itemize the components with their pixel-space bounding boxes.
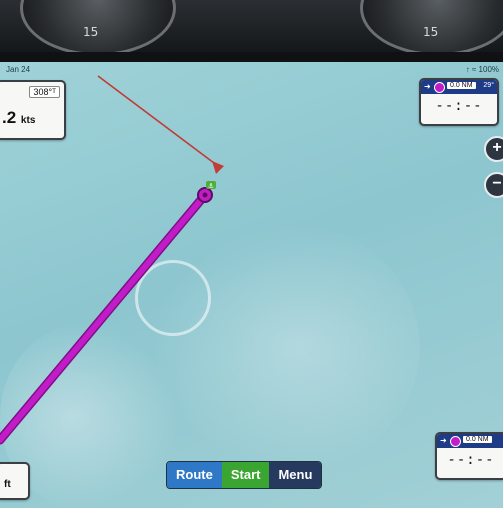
waypoint-bearing: 29° xyxy=(483,82,494,89)
dashboard: 15 15 xyxy=(0,0,503,60)
gauge-right-label: 15 xyxy=(423,25,439,39)
waypoint-panel-bottom[interactable]: ➜ 0.0 NM --:-- xyxy=(435,432,503,480)
depth-unit: ft xyxy=(4,479,11,490)
speed-panel[interactable]: 308°ᵀ .2 kts xyxy=(0,80,66,140)
route-line-inner xyxy=(0,192,208,443)
waypoint-header: ➜ 0.0 NM 29° xyxy=(421,80,497,94)
heading-readout: 308°ᵀ xyxy=(29,86,60,98)
route-button[interactable]: Route xyxy=(167,462,222,488)
waypoint-eta: --:-- xyxy=(447,452,495,468)
waypoint-header: ➜ 0.0 NM xyxy=(437,434,503,448)
navigate-arrow-icon: ➜ xyxy=(424,82,431,91)
bottom-nav: Route Start Menu xyxy=(166,461,323,489)
menu-button[interactable]: Menu xyxy=(269,462,322,488)
depth-panel[interactable]: ft xyxy=(0,462,30,500)
gauge-left: 15 xyxy=(20,0,176,56)
gauge-left-label: 15 xyxy=(83,25,99,39)
waypoint-eta: --:-- xyxy=(435,98,483,114)
waypoint-distance: 0.0 NM xyxy=(447,82,476,89)
waypoint-panel-top[interactable]: ➜ 0.0 NM 29° --:-- xyxy=(419,78,499,126)
waypoint-dot-icon xyxy=(434,82,445,93)
waypoint-distance: 0.0 NM xyxy=(463,436,492,443)
heading-line xyxy=(97,75,219,167)
start-button[interactable]: Start xyxy=(221,462,270,488)
chart-screen[interactable]: Jan 24 ↑ ≈ 100% ⚓ 308°ᵀ .2 kts ft ➜ 0.0 … xyxy=(0,62,503,508)
gauge-right: 15 xyxy=(360,0,503,56)
route-layer: ⚓ xyxy=(0,75,224,445)
waypoint-dot-icon xyxy=(450,436,461,447)
speed-readout: .2 kts xyxy=(2,108,36,127)
svg-text:⚓: ⚓ xyxy=(208,182,214,190)
navigate-arrow-icon: ➜ xyxy=(440,436,447,445)
boat-heading-arrow xyxy=(212,161,224,174)
zoom-in-button[interactable]: + xyxy=(484,136,503,162)
zoom-out-button[interactable]: − xyxy=(484,172,503,198)
